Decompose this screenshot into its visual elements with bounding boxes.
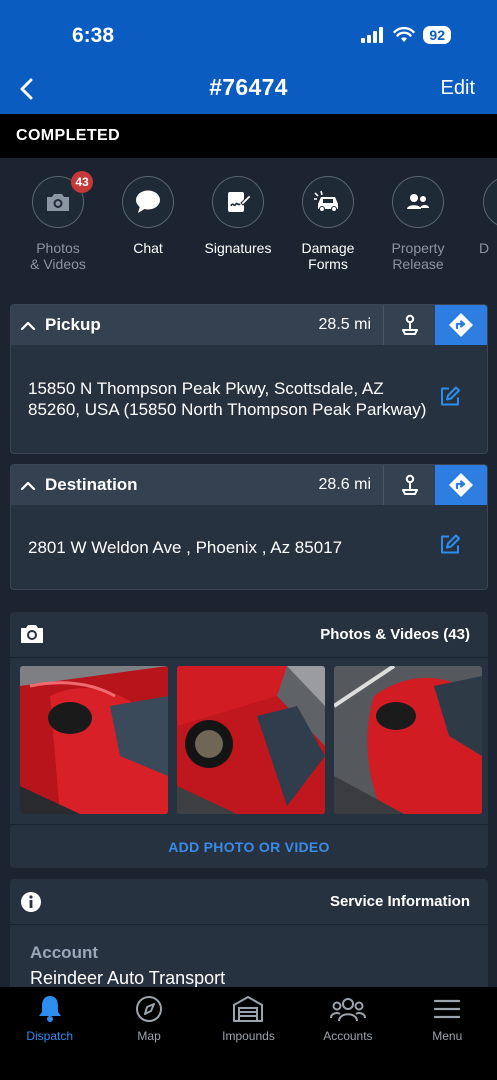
- battery-indicator: 92: [423, 26, 451, 44]
- job-status-bar: COMPLETED: [0, 114, 497, 158]
- pickup-title: Pickup: [45, 315, 101, 334]
- photos-videos-action[interactable]: 43 Photos & Videos: [13, 171, 103, 272]
- directions-button[interactable]: [435, 465, 487, 505]
- service-info-card: Service Information Account Reindeer Aut…: [10, 879, 488, 989]
- edit-address-icon[interactable]: [439, 386, 461, 413]
- directions-button[interactable]: [435, 305, 487, 345]
- action-label: Property Release: [391, 240, 445, 272]
- bottom-tab-bar: Dispatch Map Impounds Accounts Menu: [0, 987, 497, 1080]
- directions-icon: [449, 313, 473, 337]
- app-header: 6:38 92 #76474 Edit: [0, 0, 497, 114]
- edit-button[interactable]: Edit: [441, 77, 475, 100]
- destination-title: Destination: [45, 475, 138, 494]
- action-label: D: [479, 240, 490, 256]
- page-title: #76474: [209, 74, 288, 100]
- signature-icon: [228, 192, 251, 212]
- tab-dispatch[interactable]: Dispatch: [0, 987, 99, 1080]
- tab-label: Dispatch: [26, 1029, 74, 1043]
- property-release-action[interactable]: Property Release: [373, 176, 463, 272]
- map-pin-icon: [401, 474, 418, 495]
- pickup-header[interactable]: Pickup 28.5 mi: [11, 305, 487, 345]
- destination-distance: 28.6 mi: [318, 476, 371, 493]
- chevron-up-icon[interactable]: [11, 321, 45, 330]
- pickup-card: Pickup 28.5 mi 15850 N Thompson Peak Pkw…: [10, 304, 488, 454]
- car-damage-icon: [314, 190, 338, 212]
- location-pin-button[interactable]: [383, 465, 435, 505]
- photo-count-badge: 43: [71, 171, 93, 193]
- job-status-label: COMPLETED: [16, 127, 121, 144]
- pickup-distance: 28.5 mi: [318, 316, 371, 333]
- tab-impounds[interactable]: Impounds: [199, 987, 298, 1080]
- hamburger-icon: [434, 994, 461, 1024]
- tab-label: Accounts: [323, 1029, 373, 1043]
- tab-menu[interactable]: Menu: [398, 987, 497, 1080]
- garage-icon: [232, 994, 264, 1024]
- action-label: Damage Forms: [301, 240, 355, 272]
- info-icon: [20, 891, 42, 918]
- signatures-action[interactable]: Signatures: [193, 176, 283, 256]
- account-value: Reindeer Auto Transport: [30, 968, 226, 988]
- chat-action[interactable]: Chat: [103, 176, 193, 256]
- photos-card: Photos & Videos (43) ADD PHOTO OR VIDEO: [10, 612, 488, 868]
- people-icon: [407, 194, 429, 209]
- destination-body: 2801 W Weldon Ave , Phoenix , Az 85017: [11, 505, 487, 589]
- photos-header: Photos & Videos (43): [10, 612, 488, 658]
- location-pin-button[interactable]: [383, 305, 435, 345]
- destination-address: 2801 W Weldon Ave , Phoenix , Az 85017: [28, 537, 343, 557]
- camera-icon: [47, 194, 69, 211]
- tab-map[interactable]: Map: [99, 987, 198, 1080]
- action-label: Chat: [133, 240, 163, 256]
- service-header: Service Information: [10, 879, 488, 925]
- status-icons: 92: [361, 26, 451, 44]
- photos-title: Photos & Videos (43): [320, 626, 470, 643]
- destination-card: Destination 28.6 mi 2801 W Weldon Ave , …: [10, 464, 488, 590]
- directions-icon: [449, 473, 473, 497]
- tab-label: Menu: [432, 1029, 463, 1043]
- map-pin-icon: [401, 314, 418, 335]
- service-title: Service Information: [329, 893, 470, 910]
- photo-thumbnail[interactable]: [177, 666, 325, 814]
- damage-forms-action[interactable]: Damage Forms: [283, 176, 373, 272]
- camera-icon: [20, 624, 44, 649]
- pickup-body: 15850 N Thompson Peak Pkwy, Scottsdale, …: [11, 345, 487, 453]
- destination-header[interactable]: Destination 28.6 mi: [11, 465, 487, 505]
- tab-label: Map: [137, 1029, 161, 1043]
- tab-accounts[interactable]: Accounts: [298, 987, 397, 1080]
- chevron-up-icon[interactable]: [11, 481, 45, 490]
- account-label: Account: [30, 943, 98, 962]
- action-label: Signatures: [204, 240, 272, 256]
- pickup-address: 15850 N Thompson Peak Pkwy, Scottsdale, …: [28, 379, 427, 419]
- photo-thumbnail[interactable]: [20, 666, 168, 814]
- chat-bubble-icon: [136, 190, 160, 213]
- photo-thumbnails: [20, 666, 482, 814]
- group-icon: [329, 994, 366, 1024]
- more-action-partial[interactable]: D: [463, 176, 497, 256]
- add-photo-button[interactable]: ADD PHOTO OR VIDEO: [10, 824, 488, 868]
- signal-icon: [361, 27, 384, 43]
- wifi-icon: [393, 27, 416, 42]
- edit-address-icon[interactable]: [439, 534, 461, 561]
- action-row: 43 Photos & Videos Chat Signatures Damag…: [0, 158, 497, 288]
- status-time: 6:38: [72, 24, 115, 47]
- photo-thumbnail[interactable]: [334, 666, 482, 814]
- action-label: Photos & Videos: [30, 240, 86, 272]
- bell-icon: [37, 994, 63, 1024]
- map-compass-icon: [135, 994, 163, 1024]
- tab-label: Impounds: [222, 1029, 275, 1043]
